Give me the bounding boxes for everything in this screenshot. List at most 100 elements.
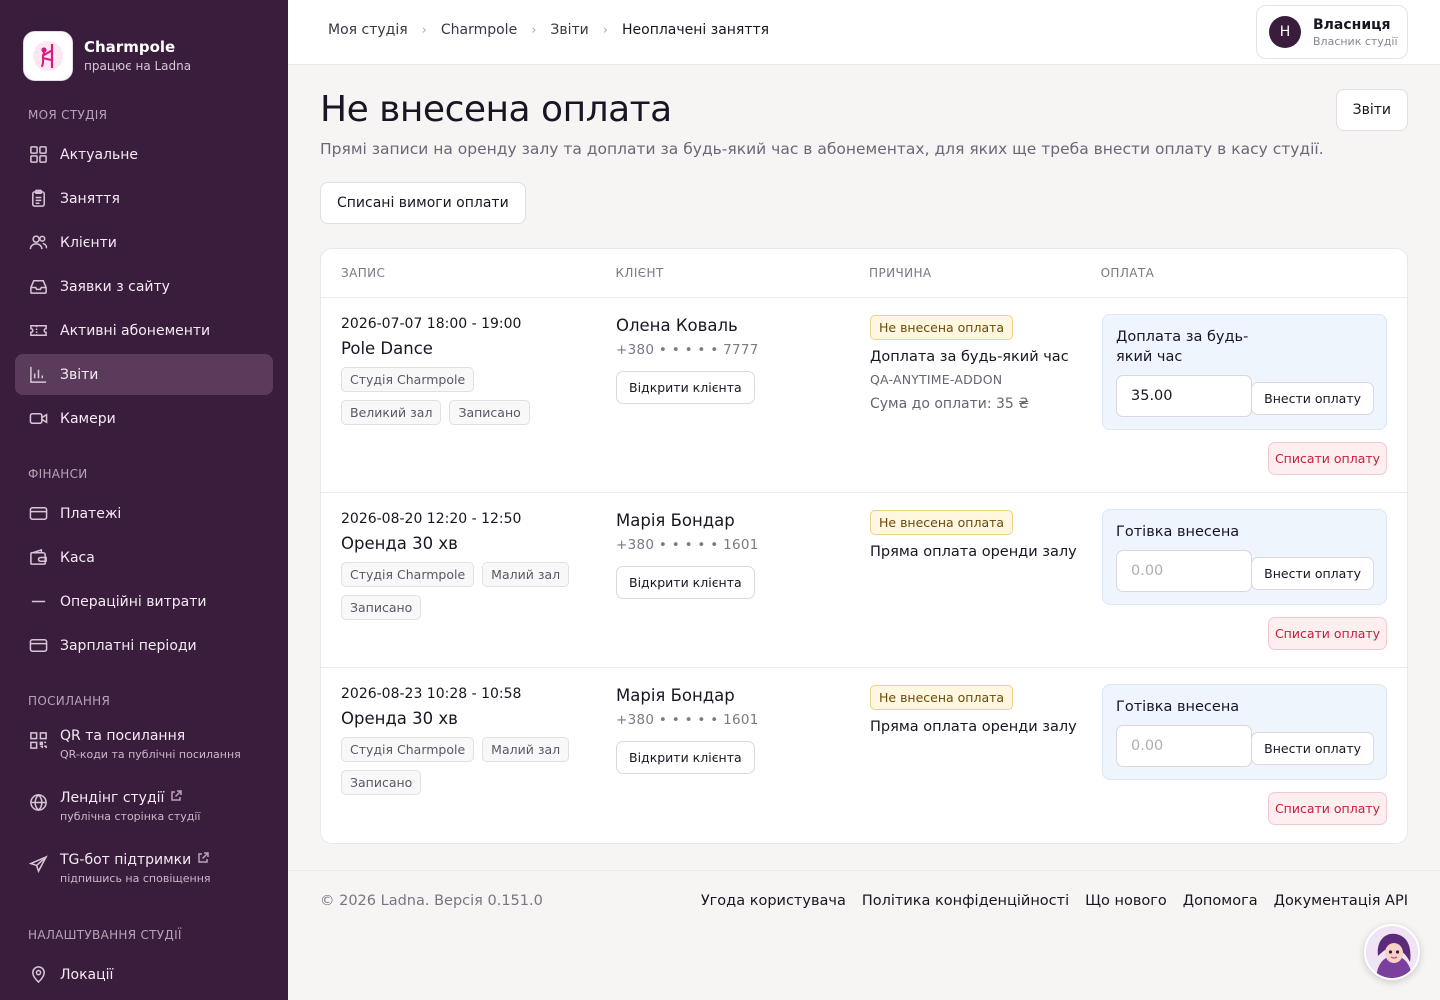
sidebar-item-label: Клієнти — [60, 234, 117, 251]
main-content: Не внесена оплата Прямі записи на оренду… — [320, 65, 1408, 844]
assistant-avatar-icon — [1366, 926, 1418, 978]
assistant-avatar-button[interactable] — [1364, 924, 1420, 980]
tag-status: Записано — [449, 400, 530, 425]
amount-due: Сума до оплати: 35 ₴ — [870, 396, 1030, 412]
payment-amount-input[interactable] — [1116, 375, 1252, 417]
external-link-icon — [197, 852, 209, 868]
map-pin-icon — [28, 965, 48, 985]
minus-icon — [28, 592, 48, 612]
breadcrumb-reports[interactable]: Звіти — [550, 22, 588, 38]
section-label-settings: НАЛАШТУВАННЯ СТУДІЇ — [28, 928, 182, 942]
written-off-requests-button[interactable]: Списані вимоги оплати — [320, 182, 526, 224]
footer-link-api-docs[interactable]: Документація API — [1274, 893, 1408, 909]
breadcrumb-studio[interactable]: Charmpole — [441, 22, 517, 38]
section-label-studio: МОЯ СТУДІЯ — [28, 108, 108, 122]
sidebar-item-label: TG-бот підтримки — [60, 852, 192, 868]
open-client-button[interactable]: Відкрити клієнта — [616, 566, 755, 599]
status-badge: Не внесена оплата — [870, 315, 1014, 340]
tag-hall: Малий зал — [482, 737, 570, 762]
cash-amount-input[interactable] — [1116, 550, 1252, 592]
payment-box: Готівка внесена Внести оплату — [1102, 509, 1387, 605]
open-client-button[interactable]: Відкрити клієнта — [616, 741, 755, 774]
payment-box: Доплата за будь-який час Внести оплату — [1102, 314, 1387, 430]
page-title: Не внесена оплата — [320, 89, 672, 130]
sidebar-item-clients[interactable]: Клієнти — [15, 222, 273, 263]
qr-icon — [28, 730, 48, 750]
client-phone: +380 • • • • • 1601 — [616, 712, 759, 728]
breadcrumb-my-studio[interactable]: Моя студія — [328, 22, 408, 38]
column-header-record: Запис — [341, 266, 386, 280]
client-name: Марія Бондар — [616, 686, 735, 705]
page-description: Прямі записи на оренду залу та доплати з… — [320, 140, 1324, 158]
brand-sub: працює на Ladna — [84, 59, 192, 73]
table-header: Запис Клієнт Причина Оплата — [321, 249, 1407, 298]
record-payment-button[interactable]: Внести оплату — [1251, 732, 1374, 765]
write-off-button[interactable]: Списати оплату — [1268, 792, 1387, 825]
footer-link-terms[interactable]: Угода користувача — [701, 893, 846, 909]
client-name: Олена Коваль — [616, 316, 738, 335]
tag-hall: Великий зал — [341, 400, 442, 425]
sidebar-item-label: Платежі — [60, 505, 122, 522]
reason-text: Пряма оплата оренди залу — [870, 544, 1077, 560]
sidebar-item-active-subscriptions[interactable]: Активні абонементи — [15, 310, 273, 351]
sidebar-item-label: Активні абонементи — [60, 322, 211, 339]
sidebar-item-payments[interactable]: Платежі — [15, 493, 273, 534]
column-header-client: Клієнт — [615, 266, 664, 280]
sidebar-item-operating-expenses[interactable]: Операційні витрати — [15, 581, 273, 622]
sidebar-item-label: Локації — [60, 966, 114, 983]
credit-card-icon — [28, 504, 48, 524]
payment-label: Готівка внесена — [1116, 524, 1240, 540]
ticket-icon — [28, 321, 48, 341]
sidebar-item-qr-links[interactable]: QR та посилання QR-коди та публічні поси… — [15, 722, 273, 772]
topbar: Моя студія › Charmpole › Звіти › Неоплач… — [288, 0, 1440, 65]
sidebar-item-label: Каса — [60, 549, 95, 566]
cash-amount-input[interactable] — [1116, 725, 1252, 767]
sidebar-item-label: Операційні витрати — [60, 593, 207, 610]
sidebar-item-salary-periods[interactable]: Зарплатні періоди — [15, 625, 273, 666]
sidebar-item-cameras[interactable]: Камери — [15, 398, 273, 439]
send-icon — [28, 854, 48, 874]
users-icon — [28, 233, 48, 253]
sidebar-item-studio-landing[interactable]: Лендінг студії публічна сторінка студії — [15, 784, 273, 834]
tag-studio: Студія Charmpole — [341, 737, 475, 762]
footer-link-privacy[interactable]: Політика конфіденційності — [862, 893, 1069, 909]
open-client-button[interactable]: Відкрити клієнта — [616, 371, 755, 404]
write-off-button[interactable]: Списати оплату — [1268, 442, 1387, 475]
payment-label: Готівка внесена — [1116, 699, 1240, 715]
sidebar-item-label: Заняття — [60, 190, 120, 207]
reports-button[interactable]: Звіти — [1335, 89, 1408, 131]
sidebar-item-label: Звіти — [60, 366, 99, 383]
sidebar-item-current[interactable]: Актуальне — [15, 134, 273, 175]
client-phone: +380 • • • • • 1601 — [616, 537, 759, 553]
sidebar-item-locations[interactable]: Локації — [15, 954, 273, 995]
record-payment-button[interactable]: Внести оплату — [1251, 557, 1374, 590]
column-header-payment: Оплата — [1100, 266, 1155, 280]
sidebar-item-tg-bot[interactable]: TG-бот підтримки підпишись на сповіщення — [15, 846, 273, 896]
video-icon — [28, 409, 48, 429]
record-time: 2026-07-07 18:00 - 19:00 — [341, 316, 522, 332]
record-time: 2026-08-23 10:28 - 10:58 — [341, 686, 522, 702]
chevron-right-icon: › — [531, 22, 537, 38]
wallet-icon — [28, 548, 48, 568]
chevron-right-icon: › — [421, 22, 427, 38]
footer-link-help[interactable]: Допомога — [1183, 893, 1258, 909]
record-payment-button[interactable]: Внести оплату — [1251, 382, 1374, 415]
brand[interactable]: Charmpole працює на Ladna — [0, 0, 288, 88]
footer-link-whats-new[interactable]: Що нового — [1085, 893, 1167, 909]
tag-status: Записано — [341, 595, 422, 620]
sidebar-item-reports[interactable]: Звіти — [15, 354, 273, 395]
user-name: Власниця — [1313, 16, 1391, 33]
user-menu[interactable]: Н Власниця Власник студії — [1256, 5, 1408, 59]
write-off-button[interactable]: Списати оплату — [1268, 617, 1387, 650]
sidebar-item-classes[interactable]: Заняття — [15, 178, 273, 219]
sidebar-item-cashbox[interactable]: Каса — [15, 537, 273, 578]
user-role: Власник студії — [1313, 34, 1398, 48]
inbox-icon — [28, 277, 48, 297]
sidebar-item-sub: QR-коди та публічні посилання — [60, 748, 241, 761]
sidebar: Charmpole працює на Ladna МОЯ СТУДІЯ Акт… — [0, 0, 288, 1000]
unpaid-table: Запис Клієнт Причина Оплата 2026-07-07 1… — [320, 248, 1408, 844]
sidebar-item-site-requests[interactable]: Заявки з сайту — [15, 266, 273, 307]
section-label-finance: ФІНАНСИ — [28, 467, 88, 481]
dashboard-icon — [28, 145, 48, 165]
footer: © 2026 Ladna. Версія 0.151.0 Угода корис… — [288, 870, 1440, 932]
